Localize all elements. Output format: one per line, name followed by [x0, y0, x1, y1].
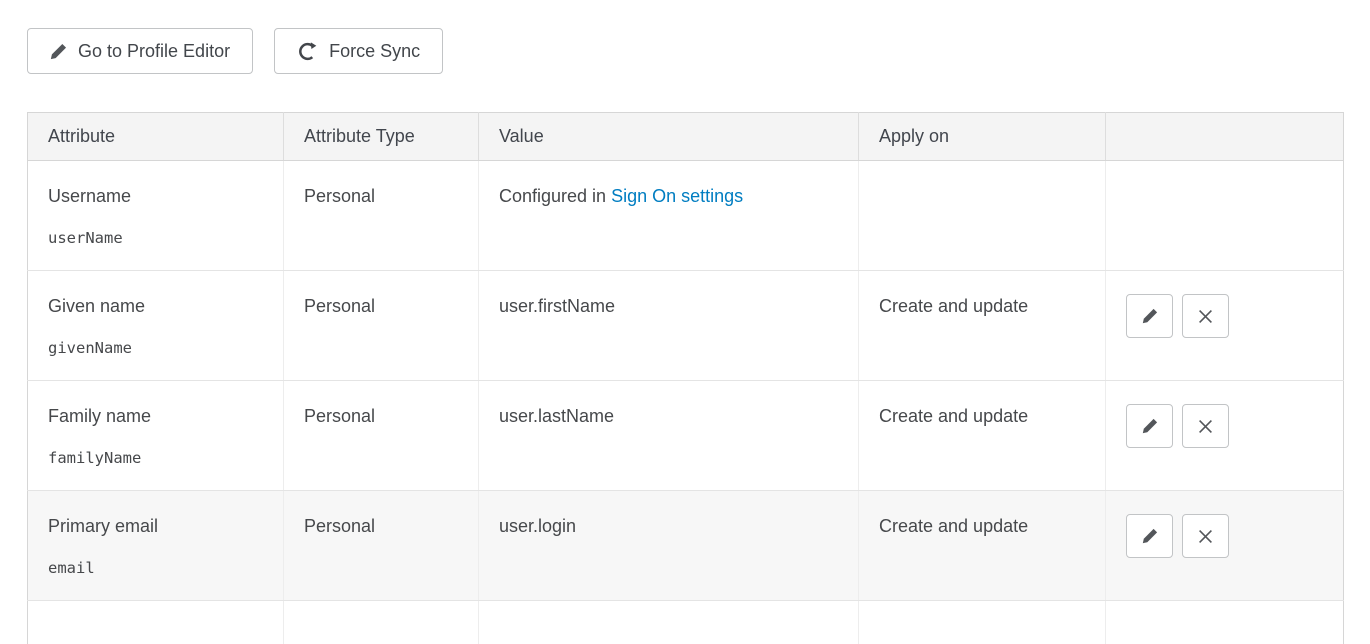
col-header-attribute-type: Attribute Type [284, 113, 479, 161]
attribute-variable: givenName [48, 339, 265, 357]
edit-mapping-button[interactable] [1126, 514, 1173, 558]
row-actions [1126, 514, 1325, 558]
col-header-attribute: Attribute [28, 113, 284, 161]
value-text: Configured in [499, 186, 611, 206]
apply-on: Create and update [879, 296, 1028, 316]
apply-on: Create and update [879, 516, 1028, 536]
attribute-mapping-table: Attribute Attribute Type Value Apply on … [27, 112, 1344, 644]
attribute-type: Personal [304, 516, 375, 536]
table-header-row: Attribute Attribute Type Value Apply on [28, 113, 1344, 161]
remove-mapping-button[interactable] [1182, 514, 1229, 558]
row-actions [1126, 294, 1325, 338]
attribute-label: Primary email [48, 516, 265, 537]
attribute-label: Family name [48, 406, 265, 427]
value-text: user.lastName [499, 406, 614, 426]
pencil-icon [50, 43, 67, 60]
pencil-icon [1142, 418, 1158, 434]
toolbar: Go to Profile Editor Force Sync [27, 28, 1343, 74]
x-icon [1198, 529, 1213, 544]
col-header-value: Value [479, 113, 859, 161]
attribute-type: Personal [304, 186, 375, 206]
pencil-icon [1142, 308, 1158, 324]
pencil-icon [1142, 528, 1158, 544]
row-actions [1126, 404, 1325, 448]
attribute-type: Personal [304, 296, 375, 316]
table-row: Primary email email Personal user.login … [28, 491, 1344, 601]
table-row: Family name familyName Personal user.las… [28, 381, 1344, 491]
go-to-profile-editor-label: Go to Profile Editor [78, 41, 230, 62]
attribute-label: Username [48, 186, 265, 207]
go-to-profile-editor-button[interactable]: Go to Profile Editor [27, 28, 253, 74]
remove-mapping-button[interactable] [1182, 294, 1229, 338]
value-text: user.login [499, 516, 576, 536]
attribute-mappings-page: Go to Profile Editor Force Sync Attribut… [0, 0, 1370, 644]
attribute-variable: userName [48, 229, 265, 247]
remove-mapping-button[interactable] [1182, 404, 1229, 448]
edit-mapping-button[interactable] [1126, 294, 1173, 338]
attribute-type: Personal [304, 406, 375, 426]
x-icon [1198, 309, 1213, 324]
refresh-icon [297, 41, 318, 62]
attribute-variable: email [48, 559, 265, 577]
attribute-variable: familyName [48, 449, 265, 467]
attribute-label: Given name [48, 296, 265, 317]
force-sync-button[interactable]: Force Sync [274, 28, 443, 74]
apply-on: Create and update [879, 406, 1028, 426]
col-header-apply-on: Apply on [859, 113, 1106, 161]
force-sync-label: Force Sync [329, 41, 420, 62]
edit-mapping-button[interactable] [1126, 404, 1173, 448]
value-text: user.firstName [499, 296, 615, 316]
table-body: Username userName Personal Configured in… [28, 161, 1344, 601]
partial-next-row [28, 601, 1344, 644]
table-row: Given name givenName Personal user.first… [28, 271, 1344, 381]
table-row: Username userName Personal Configured in… [28, 161, 1344, 271]
value-link[interactable]: Sign On settings [611, 186, 743, 206]
x-icon [1198, 419, 1213, 434]
col-header-actions [1106, 113, 1344, 161]
